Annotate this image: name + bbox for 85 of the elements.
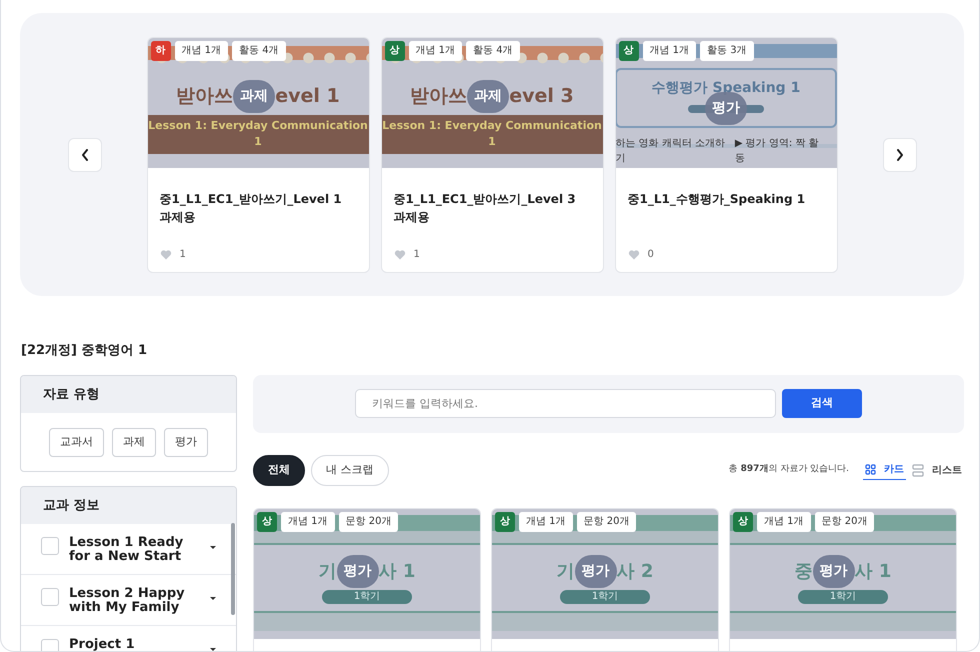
count-tag: 개념 1개 <box>757 512 811 532</box>
thumbnail-title: 받아쓰 <box>176 84 234 109</box>
caret-icon <box>210 597 216 600</box>
lesson-label: Project 1 <box>69 638 136 651</box>
document-thumbnail[interactable]: 받아쓰 과제 evel 1 Lesson 1: Everyday Communication 1 하 개념 1개 활동 4개 <box>148 38 368 168</box>
thumbnail-title: 기 <box>556 560 575 584</box>
material-title: 중1_L1_EC1_받아쓰기_Level 3 과제용 <box>394 190 577 226</box>
thumbnail-title: 중 <box>794 560 813 584</box>
view-toggle[interactable]: 카드 <box>863 460 906 480</box>
page-title: [22개정] 중학영어 1 <box>21 342 148 360</box>
scope-tab[interactable]: 전체 <box>253 454 305 486</box>
level-badge: 상 <box>733 512 753 532</box>
term-label: 1학기 <box>322 590 412 604</box>
term-label: 1학기 <box>798 590 888 604</box>
thumbnail-title: evel 1 <box>275 84 340 109</box>
filter-button[interactable]: 평가 <box>164 428 208 456</box>
thumbnail-note: ▶ 평가 영역: 짝 활동 <box>734 136 820 166</box>
caret-icon <box>210 648 216 651</box>
thumbnail-title: 받아쓰 <box>410 84 468 109</box>
lesson-label: Lesson 1 Ready for a New Start <box>69 536 184 564</box>
material-card[interactable]: 수행평가 Speaking 1 평가 하는 영화 캐릭터 소개하기 ▶ 평가 영역: 짝 활동 상 개념 1개 활동 3개 중1_L1_수행평가_Speaking 1 0 <box>614 36 838 272</box>
material-card[interactable]: 받아쓰 과제 evel 1 Lesson 1: Everyday Communication 1 하 개념 1개 활동 4개 중1_L1_EC1_받아쓰기_Level 1 과제용 1 <box>146 36 370 272</box>
search-button[interactable]: 검색 <box>782 389 862 418</box>
count-tag: 개념 1개 <box>642 40 696 60</box>
thumbnail-title: evel 3 <box>509 84 574 109</box>
heart-icon <box>160 248 172 260</box>
like-count: 1 <box>180 248 186 262</box>
thumbnail-subtitle: Lesson 1: Everyday Communication 1 <box>148 114 368 154</box>
category-label: 과제 <box>233 80 276 112</box>
next-button[interactable] <box>882 138 916 172</box>
count-tag: 개념 1개 <box>174 40 228 60</box>
thumbnail-note: 하는 영화 캐릭터 소개하기 <box>616 136 726 166</box>
count-tag: 개념 1개 <box>281 512 335 532</box>
category-label: 과제 <box>467 80 510 112</box>
lesson-label: Lesson 2 Happy with My Family <box>69 587 186 615</box>
grid-icon <box>865 464 876 475</box>
result-count: 총 897개의 자료가 있습니다. <box>728 463 849 476</box>
count-tag: 활동 4개 <box>466 40 520 60</box>
document-thumbnail[interactable]: 수행평가 Speaking 1 평가 하는 영화 캐릭터 소개하기 ▶ 평가 영역: 짝 활동 상 개념 1개 활동 3개 <box>616 38 836 168</box>
term-label: 1학기 <box>560 590 650 604</box>
count-tag: 개념 1개 <box>408 40 462 60</box>
count-tag: 문항 20개 <box>814 512 874 532</box>
heart-icon <box>394 248 406 260</box>
category-label: 평가 <box>574 554 617 588</box>
material-card[interactable]: 받아쓰 과제 evel 3 Lesson 1: Everyday Communication 1 상 개념 1개 활동 4개 중1_L1_EC1_받아쓰기_Level 3 과제용 1 <box>380 36 604 272</box>
list-icon <box>912 464 924 476</box>
chevron-icon <box>896 148 904 160</box>
checkbox[interactable] <box>41 537 59 555</box>
filter-button[interactable]: 과제 <box>112 428 156 456</box>
chevron-icon <box>80 148 88 160</box>
view-toggle[interactable]: 리스트 <box>910 460 964 480</box>
panel-header: 교과 정보 <box>21 486 236 524</box>
material-title: 중1_L1_수행평가_Speaking 1 <box>628 190 806 208</box>
lesson-item[interactable]: Project 1 <box>21 626 236 651</box>
thumbnail-title: 기 <box>318 560 337 584</box>
document-thumbnail[interactable]: 받아쓰 과제 evel 3 Lesson 1: Everyday Communication 1 상 개념 1개 활동 4개 <box>382 38 602 168</box>
category-label: 평가 <box>812 554 855 588</box>
material-title: 중1_L1_EC1_받아쓰기_Level 1 과제용 <box>160 190 343 226</box>
count-tag: 활동 3개 <box>700 40 754 60</box>
count-tag: 문항 20개 <box>576 512 636 532</box>
count-tag: 개념 1개 <box>519 512 573 532</box>
thumbnail-title: 사 1 <box>854 560 892 584</box>
heart-icon <box>628 248 640 260</box>
like-count: 0 <box>648 248 654 262</box>
scrollbar[interactable] <box>231 522 235 614</box>
thumbnail-title: 사 2 <box>616 560 654 584</box>
panel-header: 자료 유형 <box>21 376 236 413</box>
count-tag: 활동 4개 <box>232 40 286 60</box>
like-count: 1 <box>414 248 420 262</box>
filter-button[interactable]: 교과서 <box>49 428 104 456</box>
search-field[interactable]: 키워드를 입력하세요. <box>355 389 776 418</box>
level-badge: 상 <box>384 40 404 60</box>
scope-tab[interactable]: 내 스크랩 <box>311 454 388 486</box>
level-badge: 상 <box>257 512 277 532</box>
count-tag: 문항 20개 <box>338 512 398 532</box>
previous-button[interactable] <box>68 138 102 172</box>
thumbnail-subtitle: Lesson 1: Everyday Communication 1 <box>382 114 602 154</box>
category-label: 평가 <box>705 92 747 125</box>
level-badge: 상 <box>495 512 515 532</box>
level-badge: 하 <box>150 40 170 60</box>
level-badge: 상 <box>618 40 638 60</box>
caret-icon <box>210 546 216 549</box>
checkbox[interactable] <box>41 588 59 606</box>
category-label: 평가 <box>336 554 379 588</box>
thumbnail-title: 사 1 <box>378 560 416 584</box>
